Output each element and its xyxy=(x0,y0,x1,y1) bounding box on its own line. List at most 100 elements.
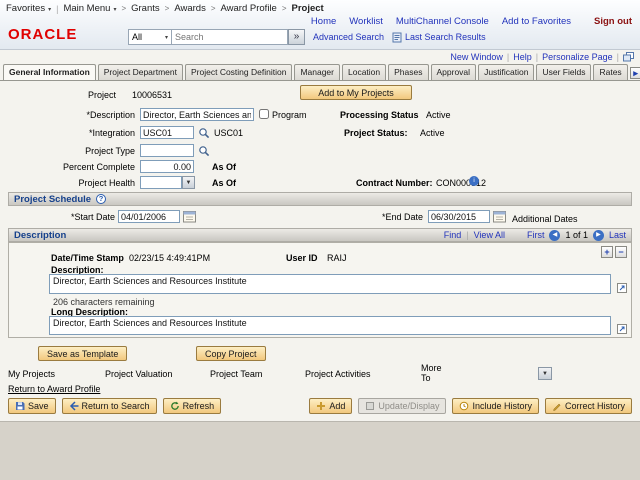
favorites-menu[interactable]: Favorites▾ xyxy=(6,3,51,14)
project-type-lookup-icon[interactable] xyxy=(198,145,210,157)
save-icon xyxy=(15,401,25,411)
sign-out-link[interactable]: Sign out xyxy=(594,16,632,27)
new-window-link[interactable]: New Window xyxy=(450,52,503,62)
project-valuation-link[interactable]: Project Valuation xyxy=(105,369,172,379)
correct-history-label: Correct History xyxy=(565,401,625,411)
clipboard-icon xyxy=(392,32,402,43)
save-as-template-button[interactable]: Save as Template xyxy=(38,346,127,361)
worklist-link[interactable]: Worklist xyxy=(349,16,383,27)
new-window-icon[interactable] xyxy=(623,52,634,62)
program-checkbox[interactable] xyxy=(259,109,269,119)
add-row-button[interactable]: + xyxy=(601,246,613,258)
tab-project-costing-definition[interactable]: Project Costing Definition xyxy=(185,64,292,80)
related-info-icon[interactable]: i xyxy=(469,176,479,186)
breadcrumb-item-awards[interactable]: Awards xyxy=(174,3,206,14)
tab-justification[interactable]: Justification xyxy=(478,64,534,80)
multichannel-console-link[interactable]: MultiChannel Console xyxy=(396,16,489,27)
tab-phases[interactable]: Phases xyxy=(388,64,428,80)
long-description-textarea[interactable] xyxy=(49,316,611,335)
more-link[interactable]: More To xyxy=(421,363,442,383)
add-button[interactable]: Add xyxy=(309,398,352,414)
integration-input[interactable] xyxy=(140,126,194,139)
chevron-down-icon: ▾ xyxy=(48,7,51,13)
project-schedule-header: Project Schedule ? xyxy=(8,192,632,206)
chevron-down-icon: ▾ xyxy=(165,34,168,41)
tab-manager[interactable]: Manager xyxy=(294,64,340,80)
long-description-expand-icon[interactable] xyxy=(617,324,627,334)
return-to-search-button[interactable]: Return to Search xyxy=(62,398,157,414)
last-row-link[interactable]: Last xyxy=(609,230,626,240)
toolbar-right: Add Update/Display Include History Corre… xyxy=(309,398,632,414)
include-history-button[interactable]: Include History xyxy=(452,398,539,414)
project-activities-link[interactable]: Project Activities xyxy=(305,369,371,379)
help-link[interactable]: Help xyxy=(513,52,532,62)
refresh-button-label: Refresh xyxy=(183,401,215,411)
return-to-award-profile-link[interactable]: Return to Award Profile xyxy=(8,384,100,394)
add-to-my-projects-button[interactable]: Add to My Projects xyxy=(300,85,412,100)
project-health-select[interactable]: ▼ xyxy=(140,176,195,189)
search-bar: All ▾ » Advanced Search Last Search Resu… xyxy=(128,29,486,45)
description-expand-icon[interactable] xyxy=(617,283,627,293)
description-field-input[interactable] xyxy=(140,108,254,121)
percent-complete-input[interactable] xyxy=(140,160,194,173)
search-input[interactable] xyxy=(172,29,288,45)
return-to-search-label: Return to Search xyxy=(82,401,150,411)
personalize-page-link[interactable]: Personalize Page xyxy=(542,52,613,62)
first-row-link[interactable]: First xyxy=(527,230,545,240)
integration-lookup-icon[interactable] xyxy=(198,127,210,139)
project-status-value[interactable]: Active xyxy=(420,128,445,138)
integration-display-value: USC01 xyxy=(214,128,243,138)
tab-project-department[interactable]: Project Department xyxy=(98,64,183,80)
tab-general-information[interactable]: General Information xyxy=(3,64,96,80)
more-dropdown[interactable]: ▼ xyxy=(538,367,552,380)
update-display-button[interactable]: Update/Display xyxy=(358,398,446,414)
description-section-header: Description Find | View All First ◀ 1 of… xyxy=(8,228,632,242)
history-clock-icon xyxy=(459,401,469,411)
search-go-button[interactable]: » xyxy=(288,29,305,45)
breadcrumb-item-award-profile[interactable]: Award Profile xyxy=(221,3,277,14)
breadcrumb: Favorites▾ | Main Menu▾ > Grants > Award… xyxy=(6,3,324,14)
chevron-down-icon[interactable]: ▼ xyxy=(182,176,195,189)
additional-dates-link[interactable]: Additional Dates xyxy=(512,214,578,224)
tab-approval[interactable]: Approval xyxy=(431,64,477,80)
project-health-value xyxy=(140,176,182,189)
project-type-input[interactable] xyxy=(140,144,194,157)
last-search-results-link[interactable]: Last Search Results xyxy=(405,32,486,42)
processing-status-value: Active xyxy=(426,110,451,120)
save-button[interactable]: Save xyxy=(8,398,56,414)
start-date-calendar-icon[interactable] xyxy=(183,210,196,223)
copy-project-button[interactable]: Copy Project xyxy=(196,346,266,361)
oracle-logo: ORACLE xyxy=(8,26,77,43)
tab-underline xyxy=(0,80,640,81)
end-date-input[interactable] xyxy=(428,210,490,223)
percent-as-of-label: As Of xyxy=(212,162,236,172)
find-link[interactable]: Find xyxy=(444,230,462,240)
description-textarea[interactable] xyxy=(49,274,611,294)
project-team-link[interactable]: Project Team xyxy=(210,369,262,379)
tab-rates[interactable]: Rates xyxy=(593,64,627,80)
help-icon[interactable]: ? xyxy=(96,194,106,204)
view-all-link[interactable]: View All xyxy=(474,230,505,240)
main-menu[interactable]: Main Menu▾ xyxy=(63,3,116,14)
previous-row-icon[interactable]: ◀ xyxy=(549,230,560,241)
next-row-icon[interactable]: ▶ xyxy=(593,230,604,241)
user-id-value: RAIJ xyxy=(327,253,347,263)
breadcrumb-item-project: Project xyxy=(292,3,324,14)
breadcrumb-separator-icon: > xyxy=(211,4,216,13)
tab-user-fields[interactable]: User Fields xyxy=(536,64,591,80)
my-projects-link[interactable]: My Projects xyxy=(8,369,55,379)
datetime-stamp-label: Date/Time Stamp xyxy=(51,253,124,263)
delete-row-button[interactable]: − xyxy=(615,246,627,258)
advanced-search-link[interactable]: Advanced Search xyxy=(313,32,384,42)
show-more-tabs-icon[interactable]: ▸ xyxy=(630,67,640,79)
search-scope-select[interactable]: All ▾ xyxy=(128,29,172,45)
add-to-favorites-link[interactable]: Add to Favorites xyxy=(502,16,571,27)
correct-history-button[interactable]: Correct History xyxy=(545,398,632,414)
home-link[interactable]: Home xyxy=(311,16,336,27)
more-link-line2: To xyxy=(421,373,442,383)
refresh-button[interactable]: Refresh xyxy=(163,398,222,414)
end-date-calendar-icon[interactable] xyxy=(493,210,506,223)
breadcrumb-item-grants[interactable]: Grants xyxy=(131,3,160,14)
start-date-input[interactable] xyxy=(118,210,180,223)
tab-location[interactable]: Location xyxy=(342,64,386,80)
